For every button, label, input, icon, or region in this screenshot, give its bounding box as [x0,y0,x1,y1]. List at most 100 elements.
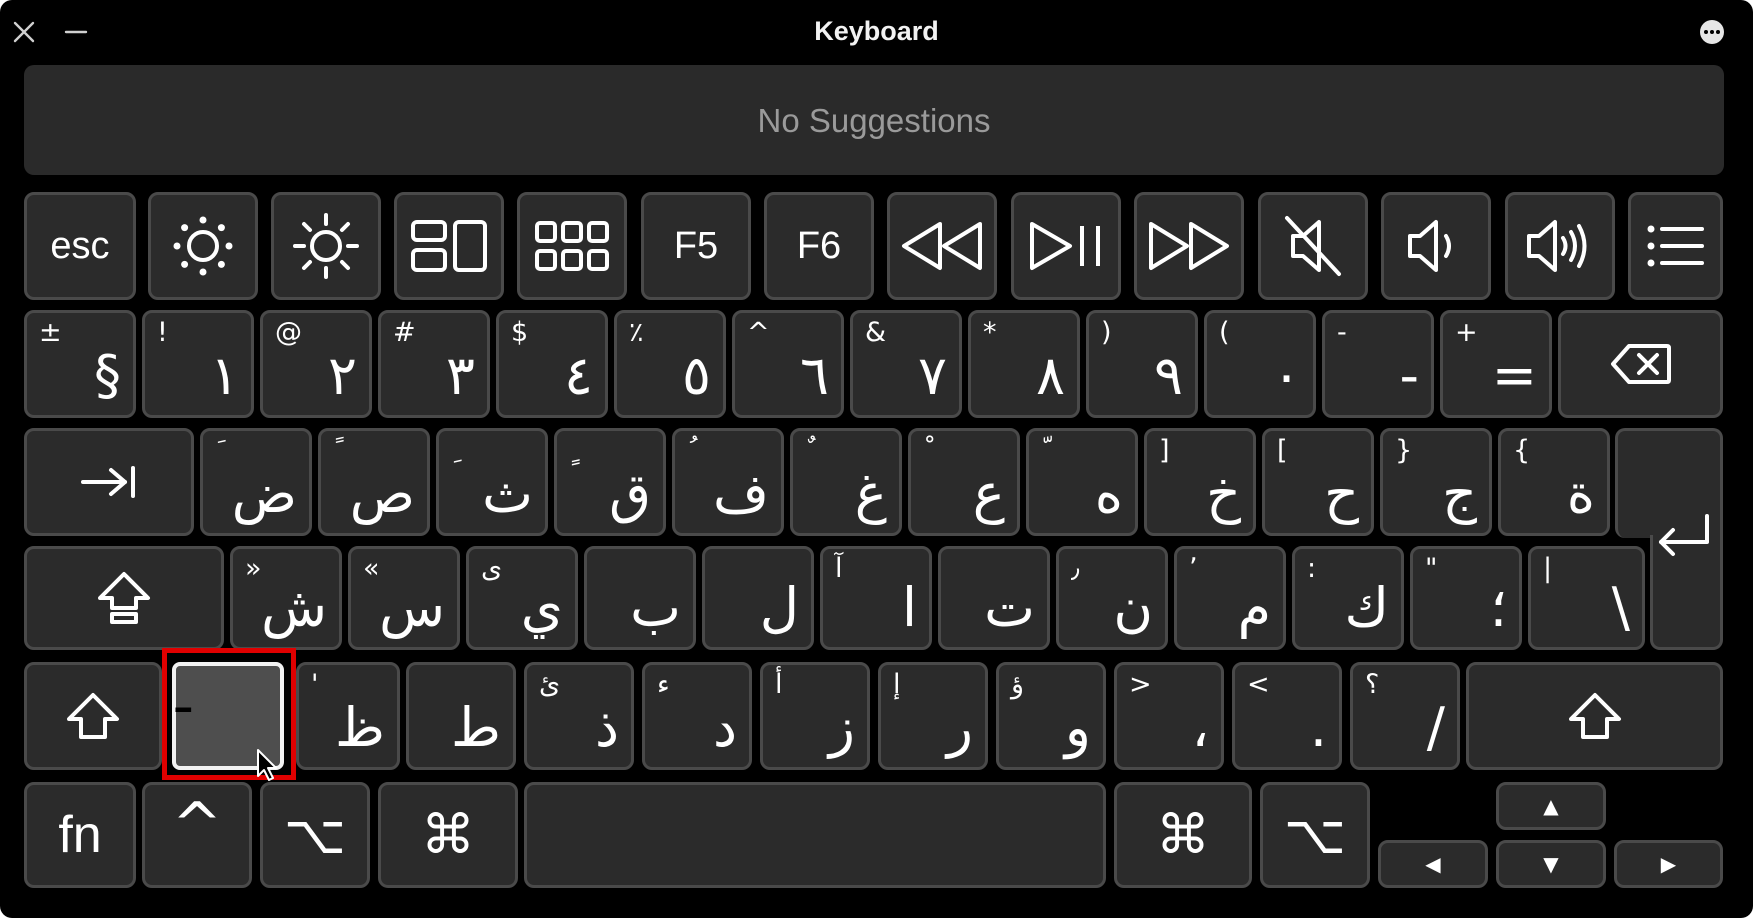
key-4[interactable]: $٤ [496,310,608,418]
key-lam[interactable]: ل [702,546,814,650]
brightness-down-key[interactable] [148,192,258,300]
caps-lock-icon [98,572,150,624]
delete-key[interactable] [1558,310,1723,418]
arrow-right-key[interactable]: ▶ [1614,840,1723,888]
key-alef[interactable]: آا [820,546,932,650]
key-teh-marbuta[interactable]: {ة [1498,428,1610,536]
volume-down-key[interactable] [1381,192,1491,300]
key-backslash[interactable]: | \ [1528,546,1645,650]
key-label: ، [1191,696,1209,759]
launchpad-icon [535,221,609,271]
key-label: ٢ [327,344,357,407]
right-shift-key[interactable] [1466,662,1723,770]
key-khah[interactable]: ] خ [1144,428,1256,536]
key-seen[interactable]: «س [348,546,460,650]
key-label: س [379,576,445,639]
esc-key[interactable]: esc [24,192,136,300]
key-6[interactable]: ^ ٦ [732,310,844,418]
key-hah[interactable]: [ح [1262,428,1374,536]
brightness-up-key[interactable] [271,192,381,300]
key-semicolon[interactable]: " ؛ [1410,546,1522,650]
key-label: § [94,344,121,407]
key-slash[interactable]: ؟ / [1350,662,1460,770]
mute-key[interactable] [1258,192,1368,300]
key-2[interactable]: @٢ [260,310,372,418]
key-label: ا [901,576,917,639]
key-noon[interactable]: ٫ ن [1056,546,1168,650]
key-comma[interactable]: > ، [1114,662,1224,770]
key-thal[interactable]: ئذ [524,662,634,770]
key-shift-label: ( [1219,317,1230,348]
mission-control-key[interactable] [394,192,504,300]
list-key[interactable] [1628,192,1723,300]
key-label: ت [984,576,1035,639]
key-label: ز [828,696,855,759]
right-option-key[interactable]: ⌥ [1260,782,1370,888]
key-shift-label: < [1247,669,1270,700]
key-minus[interactable]: -- [1322,310,1434,418]
key-sheen[interactable]: » ش [230,546,342,650]
more-options-icon[interactable] [1700,20,1724,44]
fn-label: fn [58,806,102,864]
launchpad-key[interactable] [517,192,627,300]
key-section[interactable]: ± § [24,310,136,418]
key-teh[interactable]: ت [938,546,1050,650]
key-tah[interactable]: ط [406,662,516,770]
key-ghain[interactable]: ٌغ [790,428,902,536]
key-waw[interactable]: ؤو [996,662,1106,770]
key-heh[interactable]: ّه [1026,428,1138,536]
caps-lock-key[interactable] [24,546,224,650]
key-feh[interactable]: ُف [672,428,784,536]
f5-key[interactable]: F5 [641,192,751,300]
key-label: ل [759,576,799,639]
key-label: / [1426,696,1445,759]
left-command-key[interactable]: ⌘ [378,782,518,888]
key-9[interactable]: ) ٩ [1086,310,1198,418]
key-zah[interactable]: ' ظ [296,662,400,770]
key-equals[interactable]: + = [1440,310,1552,418]
volume-up-key[interactable] [1505,192,1615,300]
key-dal[interactable]: ءد [642,662,752,770]
left-option-key[interactable]: ⌥ [260,782,370,888]
arrow-down-key[interactable]: ▼ [1496,840,1606,888]
key-3[interactable]: #٣ [378,310,490,418]
key-meem[interactable]: ٬ م [1174,546,1286,650]
key-shift-label: { [1513,435,1531,466]
rewind-key[interactable] [887,192,997,300]
key-kaf[interactable]: :ك [1292,546,1404,650]
space-bar[interactable] [524,782,1106,888]
key-beh[interactable]: ب [584,546,696,650]
arrow-left-key[interactable]: ◀ [1378,840,1488,888]
key-shift-label: ± [39,317,62,348]
key-label: ٦ [799,344,829,407]
key-sad[interactable]: ًص [318,428,430,536]
key-ain[interactable]: ْع [908,428,1020,536]
key-dad[interactable]: َض [200,428,312,536]
window-title: Keyboard [814,16,939,46]
key-0[interactable]: (٠ [1204,310,1316,418]
f6-key[interactable]: F6 [764,192,874,300]
key-7[interactable]: & ٧ [850,310,962,418]
fast-forward-key[interactable] [1134,192,1244,300]
key-label: ة [1566,462,1595,525]
key-8[interactable]: * ٨ [968,310,1080,418]
key-yeh[interactable]: ىي [466,546,578,650]
right-command-key[interactable]: ⌘ [1114,782,1252,888]
control-key[interactable]: ^ [142,782,252,888]
key-shift-label: ٬ [1189,553,1198,584]
left-shift-key[interactable] [24,662,162,770]
play-pause-key[interactable] [1011,192,1121,300]
fn-key[interactable]: fn [24,782,136,888]
option-label: ⌥ [283,803,347,866]
tab-key[interactable] [24,428,194,536]
key-zain[interactable]: أز [760,662,870,770]
key-jeem[interactable]: } ج [1380,428,1492,536]
arrow-up-key[interactable]: ▲ [1496,782,1606,830]
key-qaf[interactable]: ٍق [554,428,666,536]
key-1[interactable]: ! ١ [142,310,254,418]
key-period[interactable]: <. [1232,662,1342,770]
key-5[interactable]: ٪ ٥ [614,310,726,418]
key-reh[interactable]: إر [878,662,988,770]
key-label: ص [349,462,415,525]
key-theh[interactable]: ِث [436,428,548,536]
